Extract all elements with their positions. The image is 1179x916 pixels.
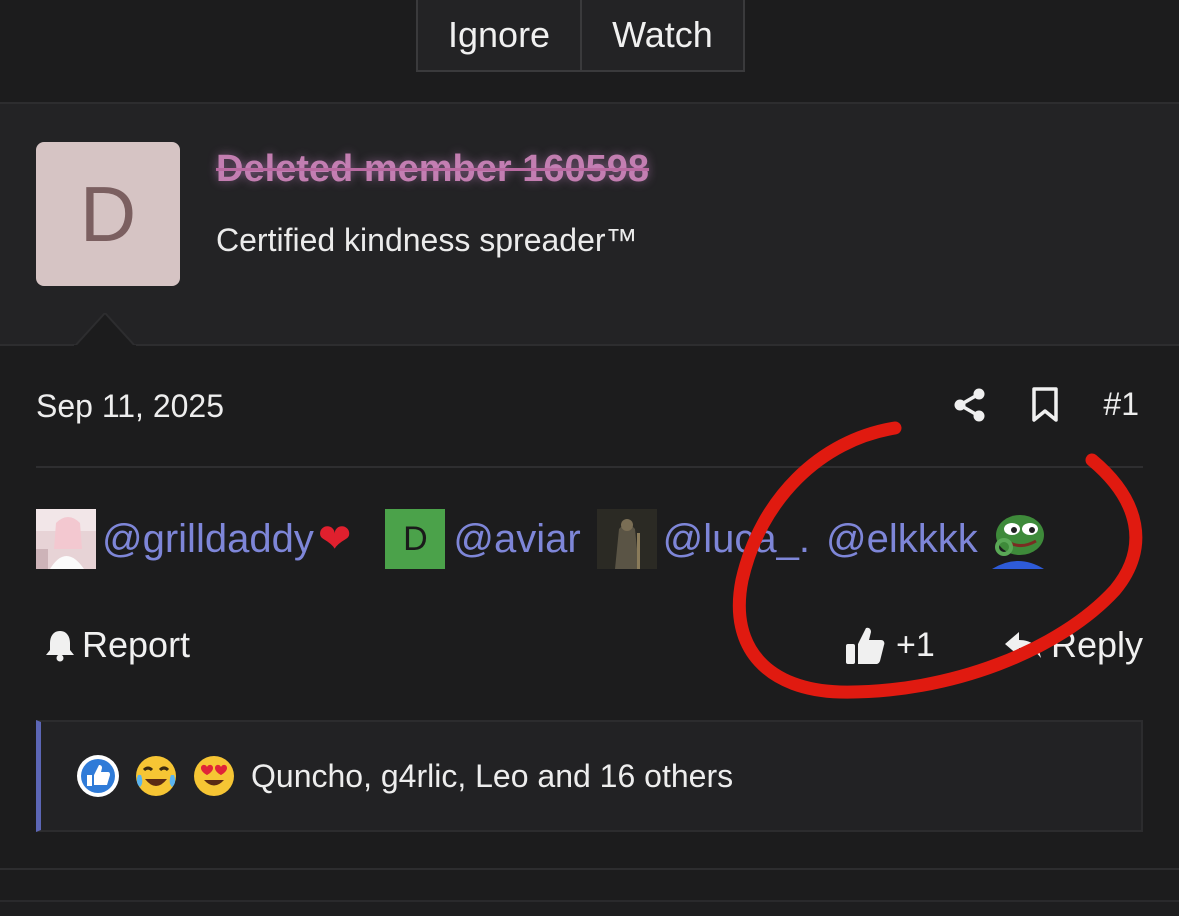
mention-link[interactable]: @elkkkk (826, 517, 978, 562)
like-button[interactable]: +1 (844, 624, 935, 666)
mention-link[interactable]: @grilldaddy (102, 517, 314, 562)
avatar[interactable]: D (36, 142, 180, 286)
reactions-bar[interactable]: Quncho, g4rlic, Leo and 16 others (36, 720, 1143, 832)
divider (0, 868, 1179, 870)
luca-avatar (596, 509, 657, 569)
divider (36, 466, 1143, 468)
reactions-summary[interactable]: Quncho, g4rlic, Leo and 16 others (251, 758, 733, 795)
watch-button[interactable]: Watch (580, 0, 743, 70)
post-date[interactable]: Sep 11, 2025 (36, 388, 224, 425)
post-number[interactable]: #1 (1103, 386, 1139, 423)
user-title: Certified kindness spreader™ (216, 222, 638, 258)
post-actions: Report +1 Reply (36, 624, 1143, 674)
heart-icon: ❤ (317, 517, 352, 561)
reply-label: Reply (1050, 624, 1143, 665)
mention-link[interactable]: @aviar (453, 517, 580, 562)
like-reaction-icon (77, 755, 119, 797)
top-bar: Ignore Watch (0, 0, 1179, 102)
ignore-button[interactable]: Ignore (418, 0, 580, 70)
pepe-ok-icon (991, 515, 1044, 569)
avatar-letter: D (79, 169, 137, 258)
post-meta-icons: #1 (953, 386, 1139, 423)
report-label: Report (82, 624, 191, 665)
bell-icon (46, 631, 74, 662)
thumbs-up-icon (846, 627, 885, 664)
share-icon[interactable] (953, 388, 987, 422)
mention-link[interactable]: @luca_. (663, 517, 810, 562)
user-block-pointer (74, 313, 136, 347)
post: Sep 11, 2025 #1 @grilldaddy ❤ D @aviar @… (0, 346, 1179, 870)
aviar-avatar: D (385, 509, 446, 569)
reply-button[interactable]: Reply (1003, 624, 1143, 666)
user-block: D Deleted member 160598 Certified kindne… (0, 102, 1179, 346)
report-button[interactable]: Report (44, 624, 190, 666)
like-count: +1 (896, 625, 935, 664)
reply-arrow-icon (1004, 632, 1041, 658)
thread-actions: Ignore Watch (416, 0, 745, 72)
bookmark-icon[interactable] (1031, 386, 1059, 423)
grilldaddy-avatar (36, 509, 96, 569)
crying-laughing-emoji-icon (136, 756, 176, 796)
heart-eyes-emoji-icon (194, 756, 234, 796)
username[interactable]: Deleted member 160598 (216, 148, 649, 191)
post-body: @grilldaddy ❤ D @aviar @luca_. @elkkkk (36, 508, 1054, 570)
